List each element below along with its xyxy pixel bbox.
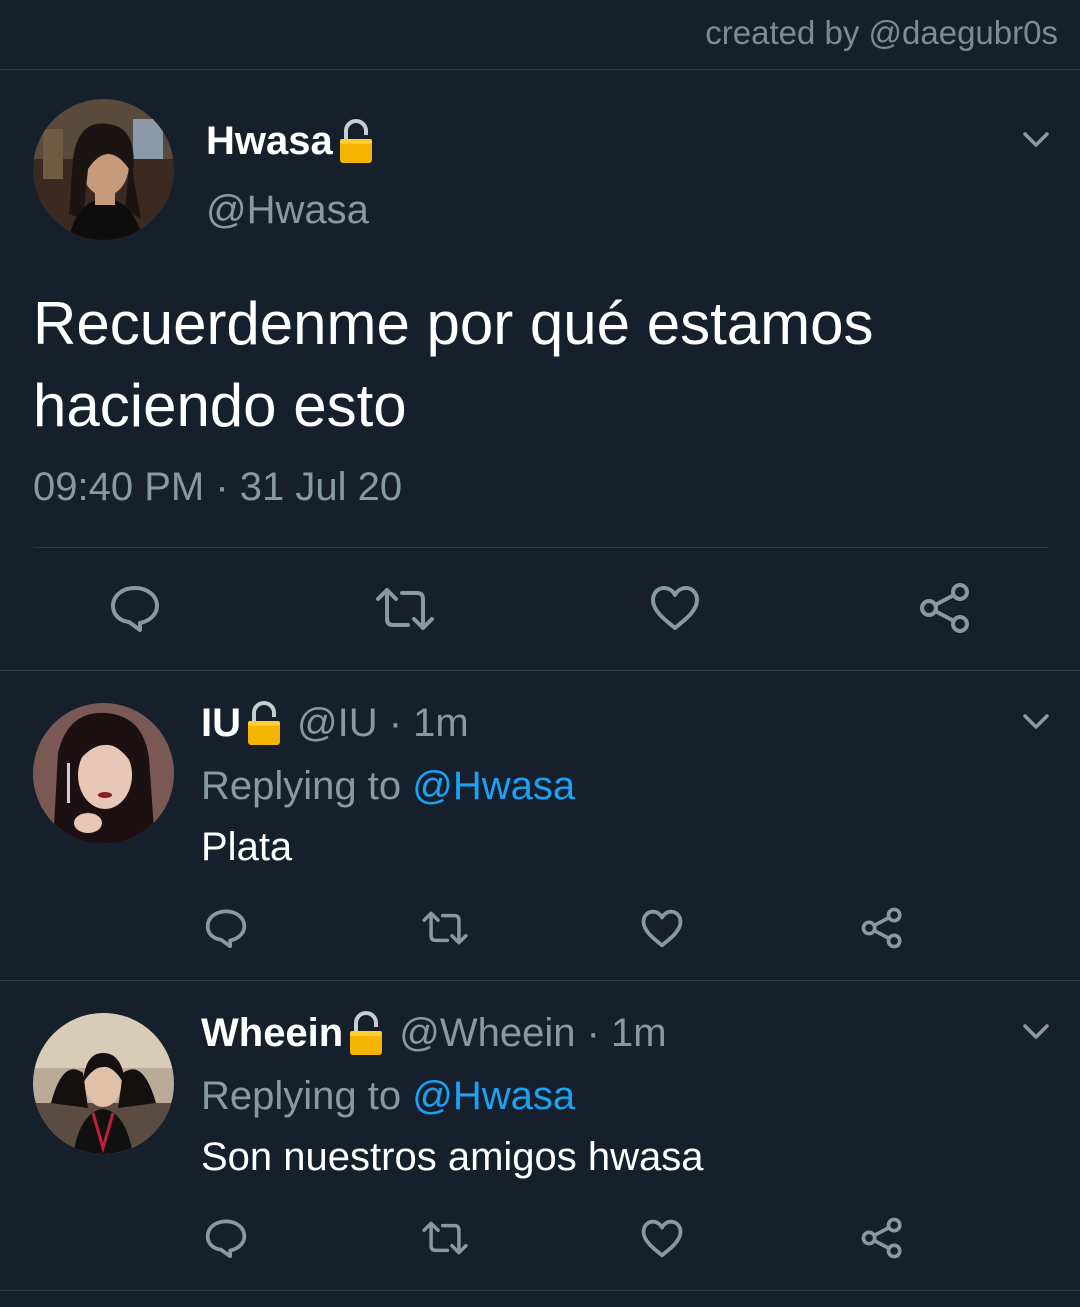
retweet-button[interactable] — [421, 1221, 469, 1255]
like-button[interactable] — [650, 585, 700, 631]
replying-to-label: Replying to — [201, 1074, 402, 1118]
reply-icon — [111, 586, 159, 632]
replying-to: Replying to @Hwasa — [201, 1074, 575, 1119]
reply-handle-time[interactable]: @Wheein · 1m — [399, 1011, 666, 1056]
reply-text: Son nuestros amigos hwasa — [201, 1135, 704, 1179]
chevron-down-icon[interactable] — [1021, 124, 1051, 154]
reply-author-name[interactable]: Wheein — [201, 1011, 343, 1056]
mention-link[interactable]: @Hwasa — [412, 764, 575, 808]
author-name[interactable]: Hwasa — [206, 118, 375, 164]
retweet-icon — [422, 911, 468, 945]
reply-button[interactable] — [110, 584, 160, 632]
divider — [0, 1290, 1080, 1291]
share-button[interactable] — [919, 582, 971, 634]
like-icon — [641, 909, 683, 948]
avatar[interactable] — [33, 1013, 174, 1154]
like-button[interactable] — [641, 909, 683, 948]
divider — [33, 547, 1048, 548]
replying-to: Replying to @Hwasa — [201, 764, 575, 809]
reply-author-name[interactable]: IU — [201, 701, 241, 746]
credit-text: created by @daegubr0s — [705, 14, 1058, 51]
retweet-button[interactable] — [421, 911, 469, 945]
like-icon — [651, 586, 699, 630]
reply-handle-time[interactable]: @IU · 1m — [297, 701, 469, 746]
share-icon — [920, 583, 969, 633]
tweet-text: Recuerdenme por qué estamos haciendo est… — [33, 290, 874, 439]
author-name-text: Hwasa — [206, 118, 333, 163]
retweet-icon — [422, 1221, 468, 1255]
author-handle[interactable]: @Hwasa — [206, 188, 369, 233]
lock-icon — [245, 700, 283, 746]
avatar[interactable] — [33, 99, 174, 240]
avatar[interactable] — [33, 703, 174, 844]
share-button[interactable] — [861, 907, 903, 949]
reply-icon — [205, 909, 247, 948]
reply-button[interactable] — [205, 1218, 247, 1258]
retweet-icon — [376, 588, 434, 630]
chevron-down-icon[interactable] — [1021, 1016, 1051, 1046]
share-button[interactable] — [861, 1217, 903, 1259]
lock-icon — [337, 118, 375, 164]
divider — [0, 69, 1080, 70]
lock-icon — [347, 1010, 385, 1056]
tweet-timestamp[interactable]: 09:40 PM · 31 Jul 20 — [33, 465, 402, 510]
like-button[interactable] — [641, 1219, 683, 1258]
reply-header: IU @IU · 1m — [201, 700, 469, 746]
retweet-button[interactable] — [374, 587, 436, 631]
chevron-down-icon[interactable] — [1021, 706, 1051, 736]
reply-icon — [205, 1219, 247, 1258]
like-icon — [641, 1219, 683, 1258]
reply-button[interactable] — [205, 908, 247, 948]
divider — [0, 980, 1080, 981]
divider — [0, 670, 1080, 671]
mention-link[interactable]: @Hwasa — [412, 1074, 575, 1118]
replying-to-label: Replying to — [201, 764, 402, 808]
share-icon — [861, 1217, 902, 1259]
share-icon — [861, 907, 902, 949]
reply-header: Wheein @Wheein · 1m — [201, 1010, 667, 1056]
reply-text: Plata — [201, 825, 293, 869]
